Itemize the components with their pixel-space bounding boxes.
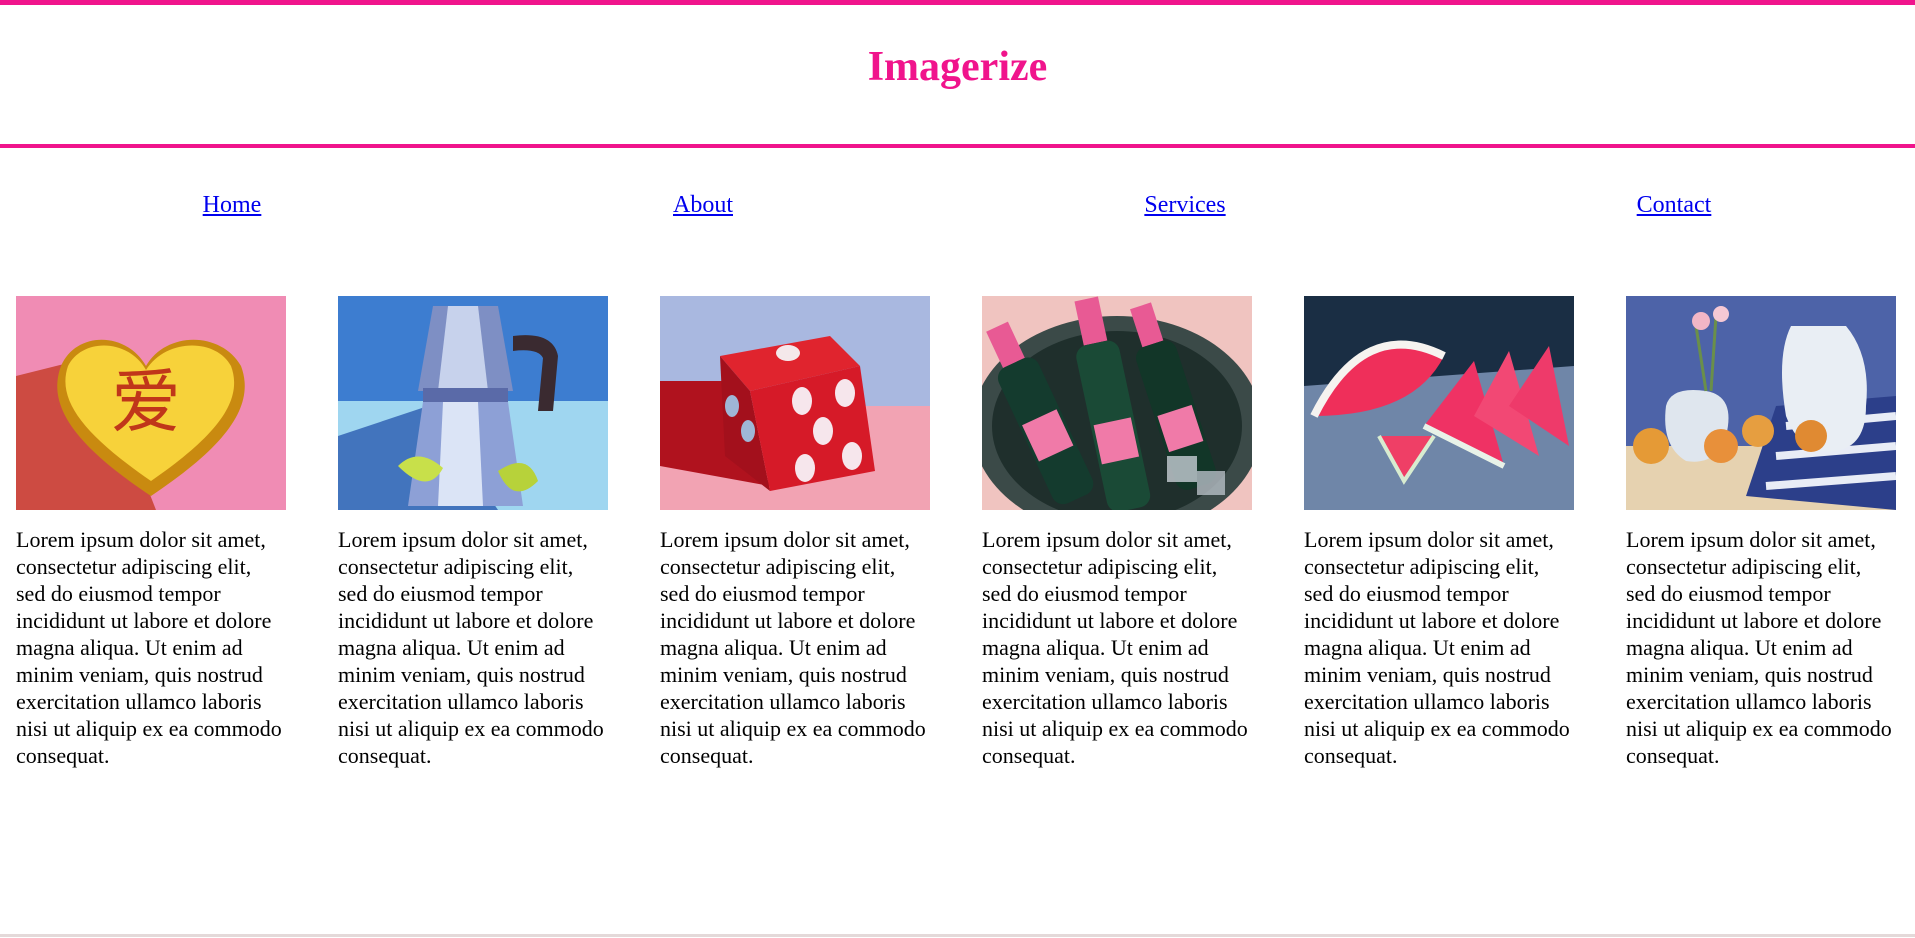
red-die-picture xyxy=(660,296,930,510)
footer-divider xyxy=(0,934,1915,937)
gallery-image[interactable] xyxy=(660,296,930,510)
card-text: Lorem ipsum dolor sit amet, consectetur … xyxy=(660,527,926,768)
gallery-card: Lorem ipsum dolor sit amet, consectetur … xyxy=(1626,296,1896,769)
card-text: Lorem ipsum dolor sit amet, consectetur … xyxy=(338,527,604,768)
card-text: Lorem ipsum dolor sit amet, consectetur … xyxy=(1626,527,1892,768)
card-text: Lorem ipsum dolor sit amet, consectetur … xyxy=(16,527,282,768)
candy-heart-picture: 爱 xyxy=(16,296,286,510)
gallery-image[interactable] xyxy=(982,296,1252,510)
nav-link-contact[interactable]: Contact xyxy=(1637,192,1712,219)
gallery-image[interactable] xyxy=(338,296,608,510)
gallery-card: Lorem ipsum dolor sit amet, consectetur … xyxy=(338,296,608,769)
site-header: Imagerize xyxy=(0,0,1915,148)
card-text: Lorem ipsum dolor sit amet, consectetur … xyxy=(982,527,1248,768)
champagne-bottles-picture xyxy=(982,296,1252,510)
nav-link-services[interactable]: Services xyxy=(1144,192,1225,219)
moka-pot-picture xyxy=(338,296,608,510)
card-text: Lorem ipsum dolor sit amet, consectetur … xyxy=(1304,527,1570,768)
gallery-card: Lorem ipsum dolor sit amet, consectetur … xyxy=(1304,296,1574,769)
main-nav: Home About Services Contact xyxy=(0,192,1915,232)
gallery-card: 爱 Lorem ipsum dolor sit amet, consectetu… xyxy=(16,296,286,769)
nav-link-about[interactable]: About xyxy=(673,192,733,219)
gallery-image[interactable] xyxy=(1626,296,1896,510)
gallery-image[interactable] xyxy=(1304,296,1574,510)
svg-text:爱: 爱 xyxy=(111,361,181,443)
gallery-image[interactable]: 爱 xyxy=(16,296,286,510)
site-title: Imagerize xyxy=(867,43,1048,90)
page: Imagerize Home About Services Contact 爱 … xyxy=(0,0,1915,938)
nav-link-home[interactable]: Home xyxy=(203,192,262,219)
gallery-card: Lorem ipsum dolor sit amet, consectetur … xyxy=(982,296,1252,769)
gallery-card: Lorem ipsum dolor sit amet, consectetur … xyxy=(660,296,930,769)
image-gallery: 爱 Lorem ipsum dolor sit amet, consectetu… xyxy=(16,296,1896,769)
watermelon-picture xyxy=(1304,296,1574,510)
still-life-picture xyxy=(1626,296,1896,510)
